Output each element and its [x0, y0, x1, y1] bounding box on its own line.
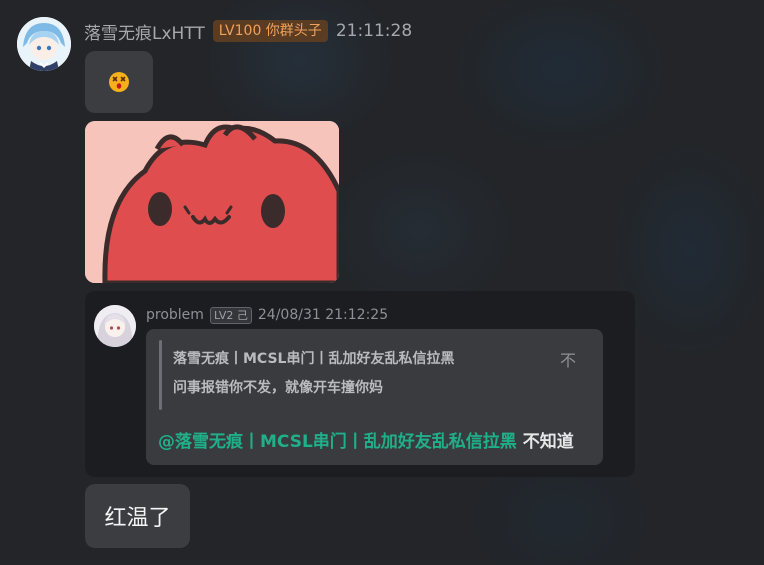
reply-mention[interactable]: @落雪无痕丨MCSL串门丨乱加好友乱私信拉黑 [158, 432, 517, 452]
quote-content: 落雪无痕丨MCSL串门丨乱加好友乱私信拉黑 问事报错你不发，就像开车撞你妈 不 … [146, 329, 603, 465]
text-message-bubble[interactable]: 红温了 [85, 484, 190, 548]
message-text: 红温了 [104, 506, 171, 531]
member-level-badge: LV100 你群头子 [212, 20, 328, 42]
anime-avatar-icon [17, 17, 71, 71]
quote-timestamp: 24/08/31 21:12:25 [257, 307, 389, 323]
quoted-text: 问事报错你不发，就像开车撞你妈 [173, 380, 383, 396]
quoted-message-card[interactable]: problem LV2 己 24/08/31 21:12:25 落雪无痕丨MCS… [85, 291, 635, 477]
dizzy-face-emoji-icon [109, 72, 129, 92]
sender-avatar[interactable] [17, 17, 71, 71]
emoji-message-bubble[interactable] [85, 51, 153, 113]
quote-header: problem LV2 己 24/08/31 21:12:25 [146, 305, 388, 325]
quote-close-button[interactable]: 不 [560, 347, 576, 371]
message-header: 落雪无痕LxHTT LV100 你群头子 21:11:28 [84, 18, 412, 44]
sticker-image[interactable] [85, 121, 339, 283]
message-timestamp: 21:11:28 [335, 21, 413, 41]
quote-author-avatar[interactable] [94, 305, 136, 347]
red-cat-sticker-icon [85, 121, 339, 283]
quoted-author: 落雪无痕丨MCSL串门丨乱加好友乱私信拉黑 [173, 351, 455, 367]
reply-text: 不知道 [516, 432, 574, 452]
quote-level-badge: LV2 己 [209, 306, 252, 324]
anime-avatar-icon [94, 305, 136, 347]
quote-bar [159, 340, 162, 410]
quote-author-name[interactable]: problem [146, 307, 204, 323]
reply-line: @落雪无痕丨MCSL串门丨乱加好友乱私信拉黑 不知道 [158, 427, 574, 452]
sender-name[interactable]: 落雪无痕LxHTT [84, 19, 205, 44]
